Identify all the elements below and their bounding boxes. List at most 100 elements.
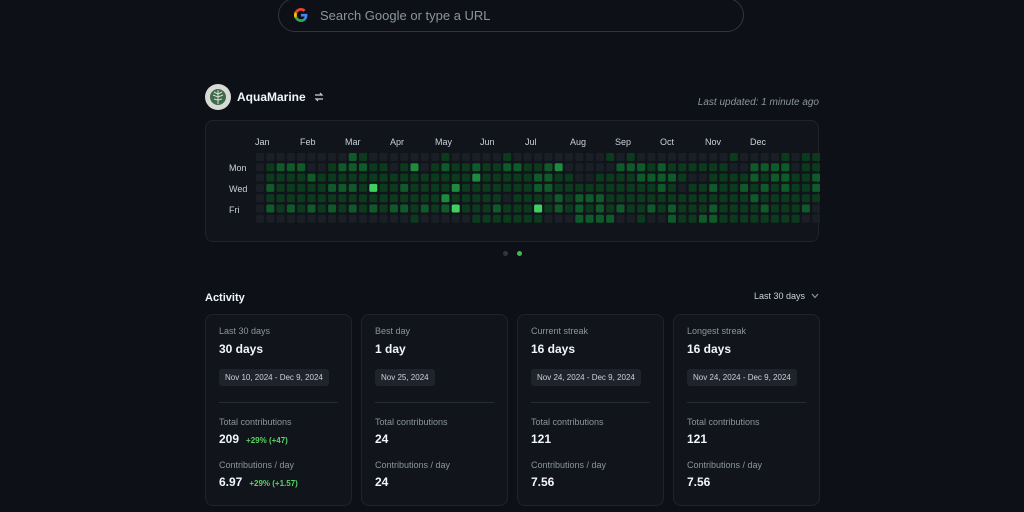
heatmap-cell[interactable] <box>472 153 481 161</box>
heatmap-cell[interactable] <box>420 214 429 223</box>
heatmap-cell[interactable] <box>451 204 460 213</box>
heatmap-cell[interactable] <box>585 204 594 213</box>
heatmap-cell[interactable] <box>781 183 790 192</box>
heatmap-cell[interactable] <box>359 183 367 192</box>
heatmap-cell[interactable] <box>668 183 676 192</box>
heatmap-cell[interactable] <box>544 173 553 182</box>
search-bar[interactable] <box>278 0 744 32</box>
heatmap-cell[interactable] <box>729 194 738 203</box>
heatmap-cell[interactable] <box>441 153 450 161</box>
heatmap-cell[interactable] <box>678 194 687 203</box>
heatmap-cell[interactable] <box>297 194 306 203</box>
heatmap-cell[interactable] <box>369 153 378 161</box>
heatmap-cell[interactable] <box>554 153 563 161</box>
heatmap-cell[interactable] <box>297 153 306 161</box>
heatmap-cell[interactable] <box>389 214 398 223</box>
heatmap-cell[interactable] <box>369 204 378 213</box>
heatmap-cell[interactable] <box>616 173 625 182</box>
heatmap-cell[interactable] <box>626 204 635 213</box>
heatmap-cell[interactable] <box>523 183 532 192</box>
heatmap-cell[interactable] <box>276 163 285 172</box>
heatmap-cell[interactable] <box>812 214 820 223</box>
heatmap-cell[interactable] <box>626 153 635 161</box>
heatmap-cell[interactable] <box>472 163 481 172</box>
heatmap-cell[interactable] <box>534 214 543 223</box>
heatmap-cell[interactable] <box>698 194 707 203</box>
heatmap-cell[interactable] <box>328 194 337 203</box>
heatmap-cell[interactable] <box>462 214 470 223</box>
heatmap-cell[interactable] <box>420 183 429 192</box>
heatmap-cell[interactable] <box>492 163 501 172</box>
heatmap-cell[interactable] <box>369 173 378 182</box>
page-dot[interactable] <box>503 251 508 256</box>
heatmap-cell[interactable] <box>492 214 501 223</box>
heatmap-cell[interactable] <box>709 183 718 192</box>
heatmap-cell[interactable] <box>410 204 419 213</box>
heatmap-cell[interactable] <box>256 194 264 203</box>
heatmap-cell[interactable] <box>400 204 409 213</box>
heatmap-cell[interactable] <box>801 183 810 192</box>
heatmap-cell[interactable] <box>420 153 429 161</box>
heatmap-cell[interactable] <box>729 173 738 182</box>
heatmap-cell[interactable] <box>462 183 470 192</box>
heatmap-cell[interactable] <box>359 153 367 161</box>
heatmap-cell[interactable] <box>791 204 800 213</box>
heatmap-cell[interactable] <box>812 173 820 182</box>
heatmap-cell[interactable] <box>678 183 687 192</box>
heatmap-cell[interactable] <box>585 163 594 172</box>
heatmap-cell[interactable] <box>400 163 409 172</box>
heatmap-cell[interactable] <box>389 183 398 192</box>
heatmap-cell[interactable] <box>698 204 707 213</box>
heatmap-cell[interactable] <box>575 214 584 223</box>
heatmap-cell[interactable] <box>266 214 275 223</box>
heatmap-cell[interactable] <box>616 214 625 223</box>
heatmap-cell[interactable] <box>616 153 625 161</box>
heatmap-cell[interactable] <box>606 183 615 192</box>
heatmap-cell[interactable] <box>626 183 635 192</box>
heatmap-cell[interactable] <box>317 173 326 182</box>
heatmap-cell[interactable] <box>307 153 316 161</box>
heatmap-cell[interactable] <box>523 153 532 161</box>
heatmap-cell[interactable] <box>256 204 264 213</box>
heatmap-cell[interactable] <box>678 214 687 223</box>
heatmap-cell[interactable] <box>771 214 779 223</box>
heatmap-cell[interactable] <box>482 214 491 223</box>
heatmap-cell[interactable] <box>297 163 306 172</box>
heatmap-cell[interactable] <box>492 194 501 203</box>
heatmap-cell[interactable] <box>400 194 409 203</box>
heatmap-cell[interactable] <box>513 163 522 172</box>
heatmap-cell[interactable] <box>276 183 285 192</box>
heatmap-cell[interactable] <box>709 194 718 203</box>
heatmap-cell[interactable] <box>637 214 646 223</box>
heatmap-cell[interactable] <box>286 153 295 161</box>
heatmap-cell[interactable] <box>317 183 326 192</box>
heatmap-cell[interactable] <box>359 194 367 203</box>
heatmap-cell[interactable] <box>688 153 697 161</box>
heatmap-cell[interactable] <box>791 183 800 192</box>
heatmap-cell[interactable] <box>297 173 306 182</box>
heatmap-cell[interactable] <box>657 183 666 192</box>
username[interactable]: AquaMarine <box>237 90 306 104</box>
heatmap-cell[interactable] <box>585 183 594 192</box>
heatmap-cell[interactable] <box>750 214 759 223</box>
heatmap-cell[interactable] <box>657 163 666 172</box>
heatmap-cell[interactable] <box>400 173 409 182</box>
heatmap-cell[interactable] <box>565 173 573 182</box>
heatmap-cell[interactable] <box>781 194 790 203</box>
heatmap-cell[interactable] <box>719 183 728 192</box>
heatmap-cell[interactable] <box>771 173 779 182</box>
heatmap-cell[interactable] <box>595 153 604 161</box>
heatmap-cell[interactable] <box>462 163 470 172</box>
heatmap-cell[interactable] <box>266 194 275 203</box>
heatmap-cell[interactable] <box>760 163 769 172</box>
heatmap-cell[interactable] <box>328 163 337 172</box>
heatmap-cell[interactable] <box>791 214 800 223</box>
heatmap-cell[interactable] <box>317 214 326 223</box>
heatmap-cell[interactable] <box>544 214 553 223</box>
heatmap-cell[interactable] <box>348 194 357 203</box>
heatmap-cell[interactable] <box>256 163 264 172</box>
heatmap-cell[interactable] <box>276 194 285 203</box>
heatmap-cell[interactable] <box>307 214 316 223</box>
heatmap-cell[interactable] <box>801 204 810 213</box>
heatmap-cell[interactable] <box>317 153 326 161</box>
